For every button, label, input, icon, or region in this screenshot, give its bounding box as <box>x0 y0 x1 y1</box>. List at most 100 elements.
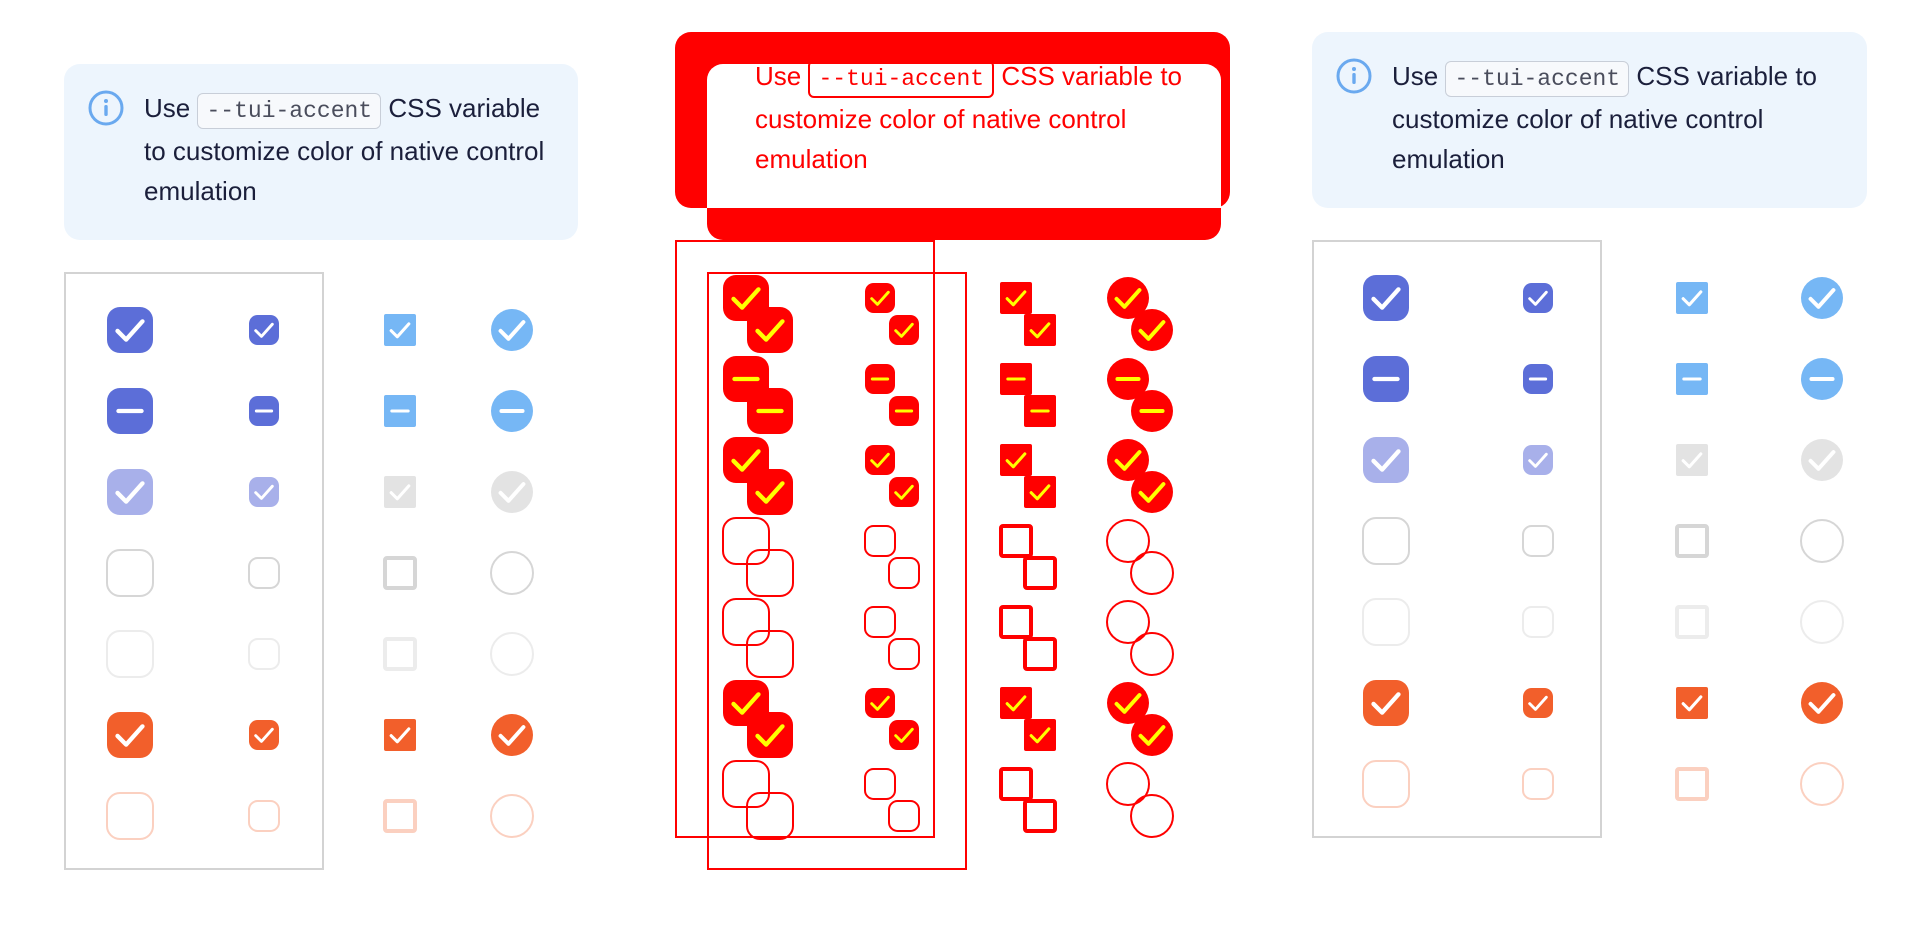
native-radio-indeterminate-primary <box>1130 389 1174 433</box>
checkbox-large-indeterminate-primary[interactable] <box>1362 355 1410 403</box>
checkbox-large-indeterminate-primary[interactable] <box>106 387 154 435</box>
native-checkbox-unchecked-default-disabled <box>1675 605 1709 639</box>
checkbox-large-unchecked-error-disabled <box>1362 760 1410 808</box>
checkbox-small-indeterminate-primary[interactable] <box>1522 363 1554 395</box>
checkbox-small-indeterminate-primary[interactable] <box>248 395 280 427</box>
native-checkbox-indeterminate-primary <box>999 362 1033 396</box>
native-radio-unchecked-default[interactable] <box>1800 519 1844 563</box>
checkbox-small-unchecked-default <box>888 557 920 589</box>
native-radio-checked-primary-disabled <box>1130 470 1174 514</box>
native-checkbox-checked-error <box>999 686 1033 720</box>
notice-prefix: Use <box>144 93 191 123</box>
checkbox-large-unchecked-error-disabled <box>746 792 794 840</box>
checkbox-small-checked-primary-disabled <box>864 444 896 476</box>
comparison-panel: Use --tui-accent CSS variable to customi… <box>1280 0 1920 932</box>
checkbox-large-unchecked-default[interactable] <box>1362 517 1410 565</box>
diff-notice-code: --tui-accent <box>808 60 995 98</box>
diff-panel: Use --tui-accent CSS variable to customi… <box>640 0 1280 932</box>
checkbox-small-unchecked-error-disabled <box>888 800 920 832</box>
checkbox-small-unchecked-error-disabled <box>864 768 896 800</box>
checkbox-small-indeterminate-primary <box>888 395 920 427</box>
native-checkbox-indeterminate-primary <box>1023 394 1057 428</box>
checkbox-large-unchecked-default-disabled <box>1362 598 1410 646</box>
native-checkbox-unchecked-error-disabled <box>383 799 417 833</box>
native-radio-checked-error <box>1130 713 1174 757</box>
checkbox-small-checked-primary-disabled <box>1522 444 1554 476</box>
checkbox-large-checked-primary[interactable] <box>1362 274 1410 322</box>
checkbox-large-unchecked-error-disabled <box>106 792 154 840</box>
checkbox-large-unchecked-default[interactable] <box>106 549 154 597</box>
native-radio-unchecked-default-disabled <box>1800 600 1844 644</box>
native-checkbox-unchecked-default <box>1023 556 1057 590</box>
checkbox-small-checked-primary-disabled <box>248 476 280 508</box>
checkbox-large-checked-primary[interactable] <box>106 306 154 354</box>
checkbox-large-checked-primary-disabled <box>1362 436 1410 484</box>
native-checkbox-unchecked-default <box>999 524 1033 558</box>
diff-notice-prefix: Use <box>755 61 802 91</box>
checkbox-small-unchecked-default-disabled <box>864 606 896 638</box>
native-checkbox-unchecked-default[interactable] <box>383 556 417 590</box>
native-radio-unchecked-error-disabled <box>490 794 534 838</box>
native-radio-checked-error[interactable] <box>490 713 534 757</box>
checkbox-small-checked-primary-disabled <box>888 476 920 508</box>
notice-prefix: Use <box>1392 61 1439 91</box>
native-radio-unchecked-default[interactable] <box>490 551 534 595</box>
native-checkbox-checked-error[interactable] <box>383 718 417 752</box>
checkbox-large-indeterminate-primary <box>746 387 794 435</box>
controls-frame <box>64 272 324 870</box>
native-radio-unchecked-default <box>1130 551 1174 595</box>
native-radio-checked-primary-disabled <box>1800 438 1844 482</box>
checkbox-small-checked-primary <box>888 314 920 346</box>
native-checkbox-unchecked-default-disabled <box>999 605 1033 639</box>
checkbox-small-unchecked-error-disabled <box>1522 768 1554 800</box>
native-radio-checked-primary[interactable] <box>490 308 534 352</box>
native-radio-indeterminate-primary[interactable] <box>1800 357 1844 401</box>
native-checkbox-indeterminate-primary[interactable] <box>1675 362 1709 396</box>
checkbox-small-unchecked-default <box>864 525 896 557</box>
checkbox-small-checked-error[interactable] <box>248 719 280 751</box>
native-radio-checked-error[interactable] <box>1800 681 1844 725</box>
native-radio-checked-primary[interactable] <box>1800 276 1844 320</box>
native-checkbox-checked-primary[interactable] <box>1675 281 1709 315</box>
checkbox-large-checked-error[interactable] <box>1362 679 1410 727</box>
controls-frame <box>1312 240 1602 838</box>
notice: Use --tui-accent CSS variable to customi… <box>64 64 578 240</box>
checkbox-small-unchecked-default-disabled <box>888 638 920 670</box>
checkbox-small-checked-primary[interactable] <box>248 314 280 346</box>
native-checkbox-unchecked-error-disabled <box>1023 799 1057 833</box>
native-radio-unchecked-default-disabled <box>1130 632 1174 676</box>
native-checkbox-unchecked-default-disabled <box>383 637 417 671</box>
checkbox-large-checked-error[interactable] <box>106 711 154 759</box>
native-radio-checked-primary-disabled <box>490 470 534 514</box>
native-checkbox-unchecked-default[interactable] <box>1675 524 1709 558</box>
checkbox-small-checked-error[interactable] <box>1522 687 1554 719</box>
notice-code: --tui-accent <box>197 93 382 129</box>
checkbox-small-indeterminate-primary <box>864 363 896 395</box>
checkbox-small-unchecked-default[interactable] <box>1522 525 1554 557</box>
native-checkbox-checked-primary-disabled <box>383 475 417 509</box>
native-checkbox-checked-primary[interactable] <box>383 313 417 347</box>
info-icon <box>88 90 124 126</box>
native-radio-indeterminate-primary[interactable] <box>490 389 534 433</box>
checkbox-large-checked-primary-disabled <box>106 468 154 516</box>
checkbox-small-unchecked-default-disabled <box>1522 606 1554 638</box>
checkbox-small-unchecked-default[interactable] <box>248 557 280 589</box>
native-checkbox-checked-primary-disabled <box>1023 475 1057 509</box>
native-radio-checked-primary <box>1130 308 1174 352</box>
checkbox-large-checked-error <box>746 711 794 759</box>
checkbox-small-checked-primary <box>864 282 896 314</box>
checkbox-small-checked-error <box>864 687 896 719</box>
info-icon <box>1336 58 1372 94</box>
checkbox-small-checked-primary[interactable] <box>1522 282 1554 314</box>
native-radio-unchecked-error-disabled <box>1800 762 1844 806</box>
native-checkbox-indeterminate-primary[interactable] <box>383 394 417 428</box>
notice: Use --tui-accent CSS variable to customi… <box>1312 32 1867 208</box>
notice-code: --tui-accent <box>1445 61 1630 97</box>
native-checkbox-unchecked-default-disabled <box>1023 637 1057 671</box>
native-checkbox-checked-error[interactable] <box>1675 686 1709 720</box>
checkbox-large-checked-primary <box>746 306 794 354</box>
checkbox-large-checked-primary-disabled <box>746 468 794 516</box>
checkbox-small-unchecked-default-disabled <box>248 638 280 670</box>
native-checkbox-checked-primary <box>999 281 1033 315</box>
checkbox-small-unchecked-error-disabled <box>248 800 280 832</box>
